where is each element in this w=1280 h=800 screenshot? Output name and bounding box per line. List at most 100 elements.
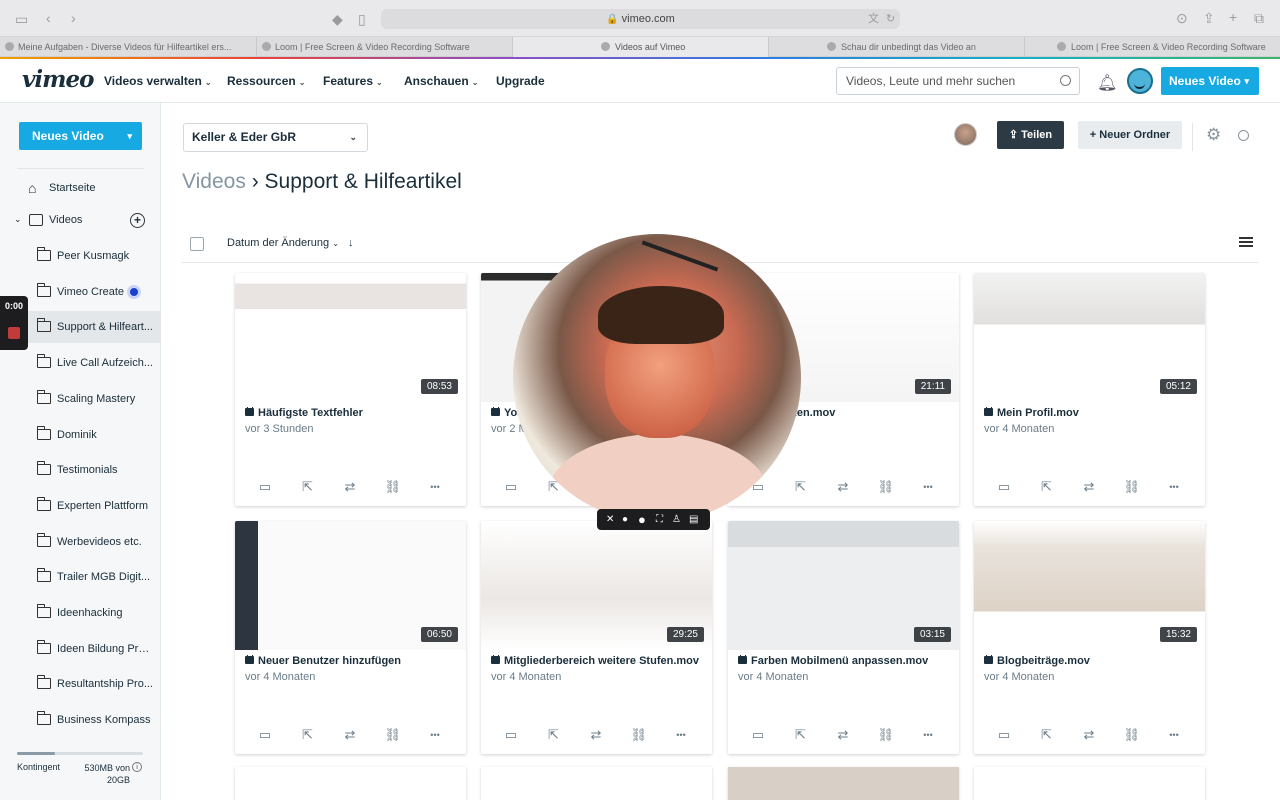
list-view-icon[interactable] (1239, 237, 1253, 249)
upload-icon[interactable]: ⇱ (300, 727, 316, 743)
camera-frame-icon[interactable]: ▤ (689, 509, 698, 530)
link-icon[interactable]: ⛓ (1124, 727, 1141, 743)
nav-upgrade[interactable]: Upgrade (496, 74, 545, 88)
vimeo-logo[interactable]: vimeo (22, 66, 94, 93)
extension-icon[interactable]: ◆ (332, 12, 343, 26)
video-title[interactable]: Farben Mobilmenü anpassen.mov (738, 655, 950, 667)
video-card-partial[interactable] (481, 767, 712, 800)
sidebar-folder[interactable]: Trailer MGB Digit... (0, 561, 161, 593)
replace-icon[interactable]: ⇄ (342, 727, 358, 743)
sidebar-folder[interactable]: Live Call Aufzeich... (0, 347, 161, 379)
more-icon[interactable]: ••• (920, 727, 936, 743)
download-icon[interactable]: ⊙ (1176, 11, 1188, 25)
more-icon[interactable]: ••• (1166, 727, 1182, 743)
link-icon[interactable]: ⛓ (631, 727, 648, 743)
more-icon[interactable]: ••• (427, 727, 443, 743)
upload-icon[interactable]: ⇱ (793, 727, 809, 743)
link-icon[interactable]: ⛓ (878, 479, 895, 495)
breadcrumb-videos[interactable]: Videos (182, 170, 246, 193)
user-avatar[interactable] (1127, 68, 1153, 94)
video-card-partial[interactable] (974, 767, 1205, 800)
comment-icon[interactable]: ▭ (257, 479, 273, 495)
sidebar-folder[interactable]: Peer Kusmagk (0, 240, 161, 272)
video-card[interactable]: 03:15 Farben Mobilmenü anpassen.mov vor 4 … (728, 521, 959, 754)
video-title[interactable]: Mein Profil.mov (984, 407, 1196, 419)
sidebar-item-videos[interactable]: ⌄ Videos + (0, 204, 161, 236)
tab-loom-2[interactable]: Loom | Free Screen & Video Recording Sof… (1024, 37, 1280, 57)
fullscreen-icon[interactable]: ⛶ (656, 509, 663, 530)
select-all-checkbox[interactable] (190, 237, 204, 251)
upload-icon[interactable]: ⇱ (1039, 727, 1055, 743)
video-thumbnail[interactable]: 08:53 (235, 273, 466, 402)
replace-icon[interactable]: ⇄ (835, 479, 851, 495)
sidebar-folder[interactable]: Ideen Bildung Pro... (0, 633, 161, 665)
video-thumbnail[interactable]: 15:32 (974, 521, 1205, 650)
link-icon[interactable]: ⛓ (385, 479, 402, 495)
nav-anschauen[interactable]: Anschauen ⌄ (404, 74, 478, 88)
tab-vimeo[interactable]: Videos auf Vimeo (512, 37, 768, 57)
sidebar-folder[interactable]: Resultantship Pro... (0, 668, 161, 700)
video-card[interactable]: 05:12 Mein Profil.mov vor 4 Monaten ▭ ⇱ ⇄ ⛓ ••• (974, 273, 1205, 506)
comment-icon[interactable]: ▭ (996, 479, 1012, 495)
share-icon[interactable]: ⇪ (1203, 11, 1215, 25)
replace-icon[interactable]: ⇄ (1081, 727, 1097, 743)
link-icon[interactable]: ⛓ (385, 727, 402, 743)
comment-icon[interactable]: ▭ (503, 727, 519, 743)
more-icon[interactable]: ••• (1166, 479, 1182, 495)
more-icon[interactable]: ••• (673, 727, 689, 743)
comment-icon[interactable]: ▭ (257, 727, 273, 743)
translate-icon[interactable]: 文 (868, 12, 879, 26)
replace-icon[interactable]: ⇄ (1081, 479, 1097, 495)
sidebar-folder[interactable]: Experten Plattform (0, 490, 161, 522)
nav-ressourcen[interactable]: Ressourcen ⌄ (227, 74, 305, 88)
video-thumbnail[interactable]: 05:12 (974, 273, 1205, 402)
video-card-partial[interactable] (235, 767, 466, 800)
video-card[interactable]: 06:50 Neuer Benutzer hinzufügen vor 4 Mona… (235, 521, 466, 754)
link-icon[interactable]: ⛓ (878, 727, 895, 743)
new-video-button[interactable]: Neues Video ▾ (1161, 67, 1259, 95)
address-bar[interactable]: 🔒 vimeo.com (381, 9, 900, 29)
gear-icon[interactable]: ⚙ (1206, 125, 1221, 145)
replace-icon[interactable]: ⇄ (835, 727, 851, 743)
sidebar-new-video-button[interactable]: Neues Video ▾ (19, 122, 142, 150)
close-icon[interactable]: ✕ (606, 509, 614, 530)
tab-loom-1[interactable]: Loom | Free Screen & Video Recording Sof… (256, 37, 512, 57)
upload-icon[interactable]: ⇱ (546, 727, 562, 743)
stop-recording-icon[interactable] (8, 327, 20, 339)
upload-icon[interactable]: ⇱ (300, 479, 316, 495)
webcam-bubble[interactable] (513, 234, 801, 522)
notification-bell-icon[interactable]: 🔔︎ (1097, 73, 1117, 92)
comment-icon[interactable]: ▭ (996, 727, 1012, 743)
recording-control[interactable]: 0:00 (0, 296, 28, 350)
chevron-down-icon[interactable]: ⌄ (14, 204, 22, 235)
back-icon[interactable]: ‹ (46, 11, 51, 25)
more-icon[interactable]: ••• (427, 479, 443, 495)
sidebar-folder[interactable]: Business Kompass (0, 704, 161, 736)
person-icon[interactable]: ♙ (672, 509, 681, 530)
tab-aufgaben[interactable]: Meine Aufgaben - Diverse Videos für Hilf… (0, 37, 256, 57)
link-icon[interactable]: ⛓ (1124, 479, 1141, 495)
video-card-partial[interactable] (728, 767, 959, 800)
sidebar-folder[interactable]: Testimonials (0, 454, 161, 486)
nav-videos-verwalten[interactable]: Videos verwalten ⌄ (104, 74, 212, 88)
share-button[interactable]: ⇪ Teilen (997, 121, 1064, 149)
new-tab-icon[interactable]: + (1229, 10, 1237, 24)
sidebar-folder[interactable]: Scaling Mastery (0, 383, 161, 415)
video-card[interactable]: 08:53 Häufigste Textfehler vor 3 Stunden ▭ ⇱… (235, 273, 466, 506)
upload-icon[interactable]: ⇱ (793, 479, 809, 495)
add-folder-icon[interactable]: + (130, 213, 145, 228)
team-select[interactable]: Keller & Eder GbR ⌄ (183, 123, 368, 152)
sort-dropdown[interactable]: Datum der Änderung ⌄ ↓ (227, 237, 353, 249)
more-icon[interactable]: ••• (920, 479, 936, 495)
video-card[interactable]: 29:25 Mitgliederbereich weitere Stufen.mo… (481, 521, 712, 754)
sort-direction-icon[interactable]: ↓ (348, 237, 354, 249)
sidebar-toggle-icon[interactable]: ▭ (15, 12, 28, 26)
reload-icon[interactable]: ↻ (886, 12, 895, 26)
new-folder-button[interactable]: + Neuer Ordner (1078, 121, 1182, 149)
video-title[interactable]: Mitgliederbereich weitere Stufen.mov (491, 655, 703, 667)
forward-icon[interactable]: › (71, 11, 76, 25)
member-avatar[interactable] (954, 123, 977, 146)
tab-video[interactable]: Schau dir unbedingt das Video an (768, 37, 1024, 57)
sidebar-folder[interactable]: Ideenhacking (0, 597, 161, 629)
video-thumbnail[interactable]: 03:15 (728, 521, 959, 650)
